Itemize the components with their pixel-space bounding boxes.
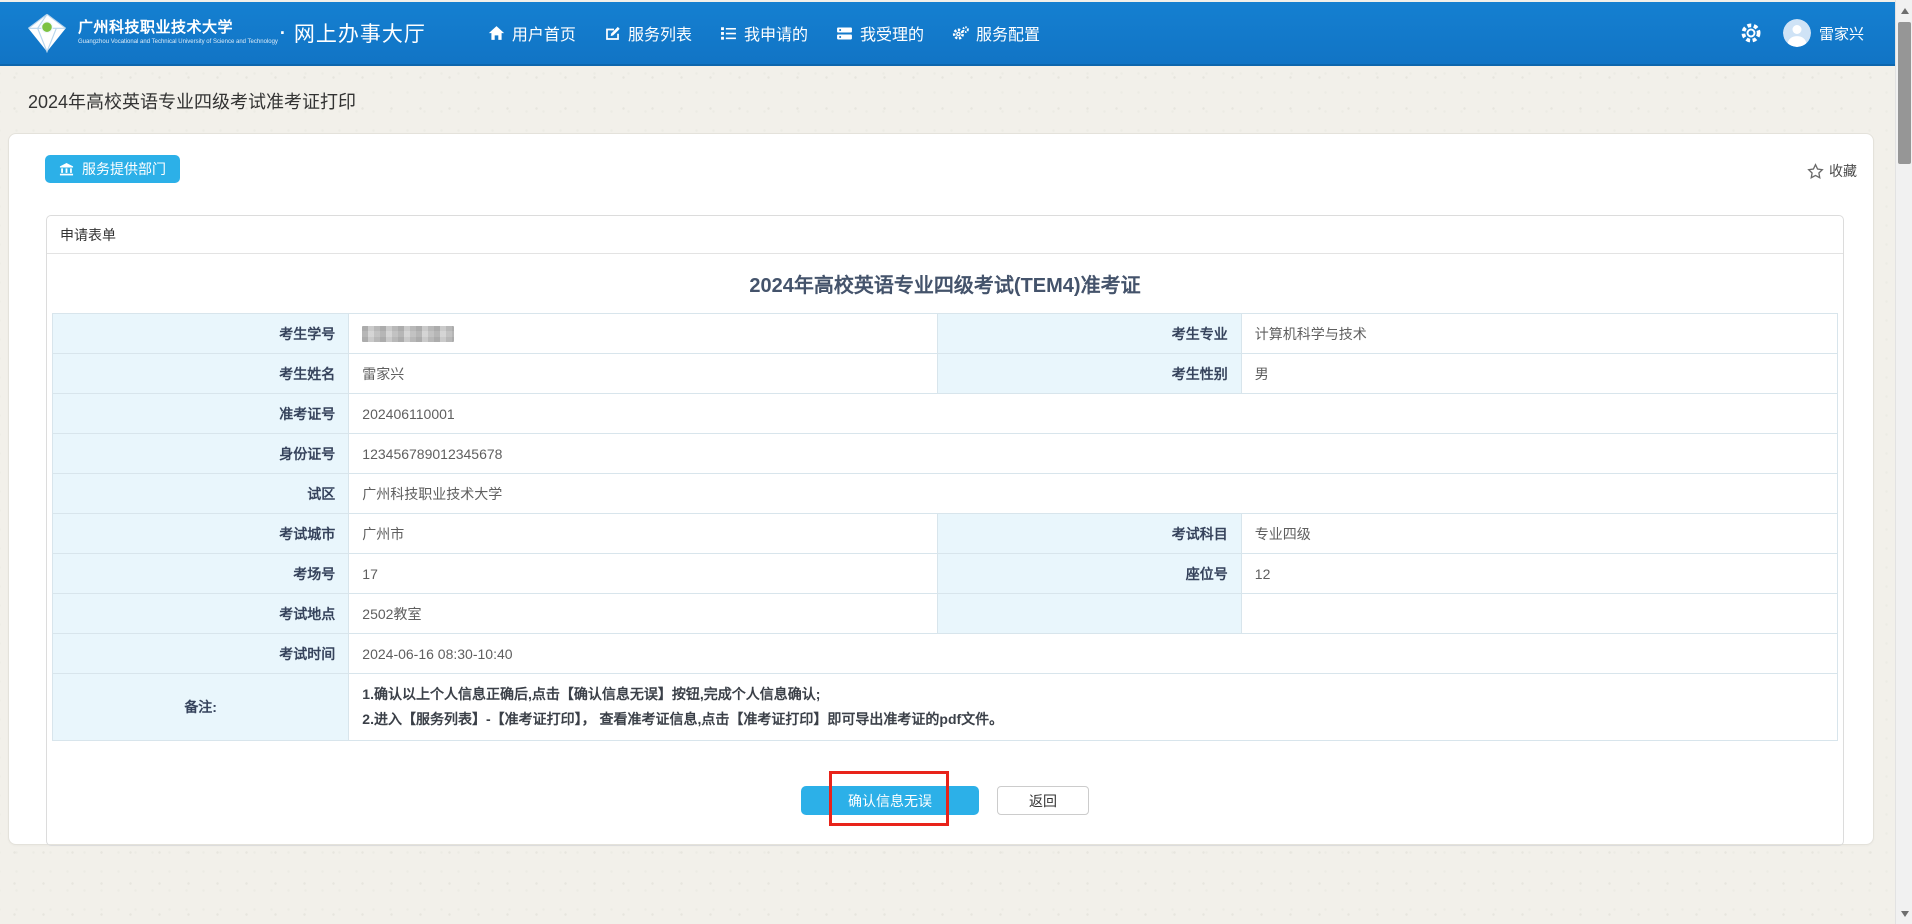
field-label: 考生学号 [53, 314, 349, 354]
nav-right: 雷家兴 [1739, 19, 1864, 47]
field-value: 广州科技职业技术大学 [349, 474, 1838, 514]
favorite-label: 收藏 [1829, 161, 1857, 181]
field-label: 座位号 [938, 554, 1241, 594]
settings-gear-icon[interactable] [1739, 21, 1763, 45]
brand[interactable]: 广州科技职业技术大学 Guangzhou Vocational and Tech… [26, 13, 426, 53]
server-icon [836, 25, 853, 42]
back-button[interactable]: 返回 [997, 786, 1089, 815]
field-label: 考生性别 [938, 354, 1241, 394]
form-title: 2024年高校英语专业四级考试(TEM4)准考证 [52, 269, 1838, 298]
table-row: 试区广州科技职业技术大学 [53, 474, 1838, 514]
field-label: 试区 [53, 474, 349, 514]
nav-item-label: 服务配置 [976, 21, 1040, 45]
confirm-info-button[interactable]: 确认信息无误 [801, 786, 979, 815]
nav-menu: 用户首页 服务列表 我申请的 我受理的 服务配置 [488, 21, 1068, 45]
panel-body: 2024年高校英语专业四级考试(TEM4)准考证 考生学号 考生专业计算机科学与技… [47, 254, 1843, 845]
list-icon [720, 25, 737, 42]
field-value: 12 [1241, 554, 1837, 594]
cogs-icon [952, 25, 969, 42]
bank-icon [59, 162, 74, 177]
nav-item-label: 服务列表 [628, 21, 692, 45]
field-label: 考试地点 [53, 594, 349, 634]
nav-item-4[interactable]: 我受理的 [836, 21, 924, 45]
field-value: 17 [349, 554, 938, 594]
user-name[interactable]: 雷家兴 [1819, 23, 1864, 44]
nav-item-label: 用户首页 [512, 21, 576, 45]
nav-item-1[interactable]: 用户首页 [488, 21, 576, 45]
table-row: 考试时间2024-06-16 08:30-10:40 [53, 634, 1838, 674]
scrollbar-thumb[interactable] [1898, 22, 1911, 164]
application-table-body: 考生学号考生专业计算机科学与技术考生姓名雷家兴考生性别男准考证号20240611… [53, 314, 1838, 741]
table-row: 身份证号123456789012345678 [53, 434, 1838, 474]
page-scrollbar[interactable] [1895, 0, 1912, 924]
table-row: 考生姓名雷家兴考生性别男 [53, 354, 1838, 394]
field-label [938, 594, 1241, 634]
field-label: 备注: [53, 674, 349, 741]
note-line: 2.进入【服务列表】-【准考证打印】， 查看准考证信息,点击【准考证打印】即可导… [362, 707, 1837, 732]
field-value: 2024-06-16 08:30-10:40 [349, 634, 1838, 674]
table-row: 准考证号202406110001 [53, 394, 1838, 434]
field-value: 123456789012345678 [349, 434, 1838, 474]
card-toolbar: 服务提供部门 收藏 [9, 134, 1873, 183]
page-title: 2024年高校英语专业四级考试准考证打印 [28, 88, 1874, 114]
application-form-panel: 申请表单 2024年高校英语专业四级考试(TEM4)准考证 考生学号 考生专业计算… [46, 215, 1844, 846]
table-row: 考场号17座位号12 [53, 554, 1838, 594]
field-label: 考试城市 [53, 514, 349, 554]
field-label: 考生专业 [938, 314, 1241, 354]
field-label: 准考证号 [53, 394, 349, 434]
confirm-wrap: 确认信息无误 [801, 786, 979, 815]
edit-icon [604, 25, 621, 42]
field-value: 2502教室 [349, 594, 938, 634]
field-value: 广州市 [349, 514, 938, 554]
service-provider-label: 服务提供部门 [82, 159, 166, 179]
field-label: 考生姓名 [53, 354, 349, 394]
school-name-en: Guangzhou Vocational and Technical Unive… [78, 39, 278, 46]
note-line: 1.确认以上个人信息正确后,点击【确认信息无误】按钮,完成个人信息确认; [362, 682, 1837, 707]
field-value: 雷家兴 [349, 354, 938, 394]
table-row: 考生学号 考生专业计算机科学与技术 [53, 314, 1838, 354]
star-icon [1807, 163, 1824, 180]
field-value [1241, 594, 1837, 634]
remarks-text: 1.确认以上个人信息正确后,点击【确认信息无误】按钮,完成个人信息确认;2.进入… [349, 674, 1838, 741]
field-value: 计算机科学与技术 [1241, 314, 1837, 354]
nav-item-3[interactable]: 我申请的 [720, 21, 808, 45]
panel-heading: 申请表单 [47, 216, 1843, 254]
field-value: 男 [1241, 354, 1837, 394]
university-logo-icon [26, 13, 68, 53]
application-table: 考生学号考生专业计算机科学与技术考生姓名雷家兴考生性别男准考证号20240611… [52, 313, 1838, 741]
field-label: 考试时间 [53, 634, 349, 674]
nav-item-5[interactable]: 服务配置 [952, 21, 1040, 45]
nav-item-label: 我申请的 [744, 21, 808, 45]
user-avatar[interactable] [1783, 19, 1811, 47]
table-row: 备注:1.确认以上个人信息正确后,点击【确认信息无误】按钮,完成个人信息确认;2… [53, 674, 1838, 741]
main-content: 2024年高校英语专业四级考试准考证打印 服务提供部门 [0, 88, 1912, 845]
top-navbar: 广州科技职业技术大学 Guangzhou Vocational and Tech… [0, 2, 1912, 66]
field-value: 202406110001 [349, 394, 1838, 434]
school-name: 广州科技职业技术大学 [78, 20, 278, 37]
home-icon [488, 25, 505, 42]
scroll-down-icon[interactable] [1896, 905, 1912, 922]
scroll-up-icon[interactable] [1896, 2, 1912, 19]
brand-text: 广州科技职业技术大学 Guangzhou Vocational and Tech… [78, 20, 278, 45]
portal-name: 网上办事大厅 [294, 18, 426, 48]
action-buttons: 确认信息无误 返回 [52, 786, 1838, 815]
table-row: 考试地点2502教室 [53, 594, 1838, 634]
service-provider-button[interactable]: 服务提供部门 [45, 155, 180, 183]
redacted-student-id [362, 326, 454, 342]
field-label: 考试科目 [938, 514, 1241, 554]
field-label: 身份证号 [53, 434, 349, 474]
field-label: 考场号 [53, 554, 349, 594]
field-value [349, 314, 938, 354]
brand-separator: · [280, 23, 286, 44]
favorite-button[interactable]: 收藏 [1807, 161, 1857, 181]
field-value: 专业四级 [1241, 514, 1837, 554]
table-row: 考试城市广州市考试科目专业四级 [53, 514, 1838, 554]
nav-item-2[interactable]: 服务列表 [604, 21, 692, 45]
service-card: 服务提供部门 收藏 申请表单 2024年高校英语专业四级考试(TEM4)准考证 [8, 133, 1874, 845]
nav-item-label: 我受理的 [860, 21, 924, 45]
